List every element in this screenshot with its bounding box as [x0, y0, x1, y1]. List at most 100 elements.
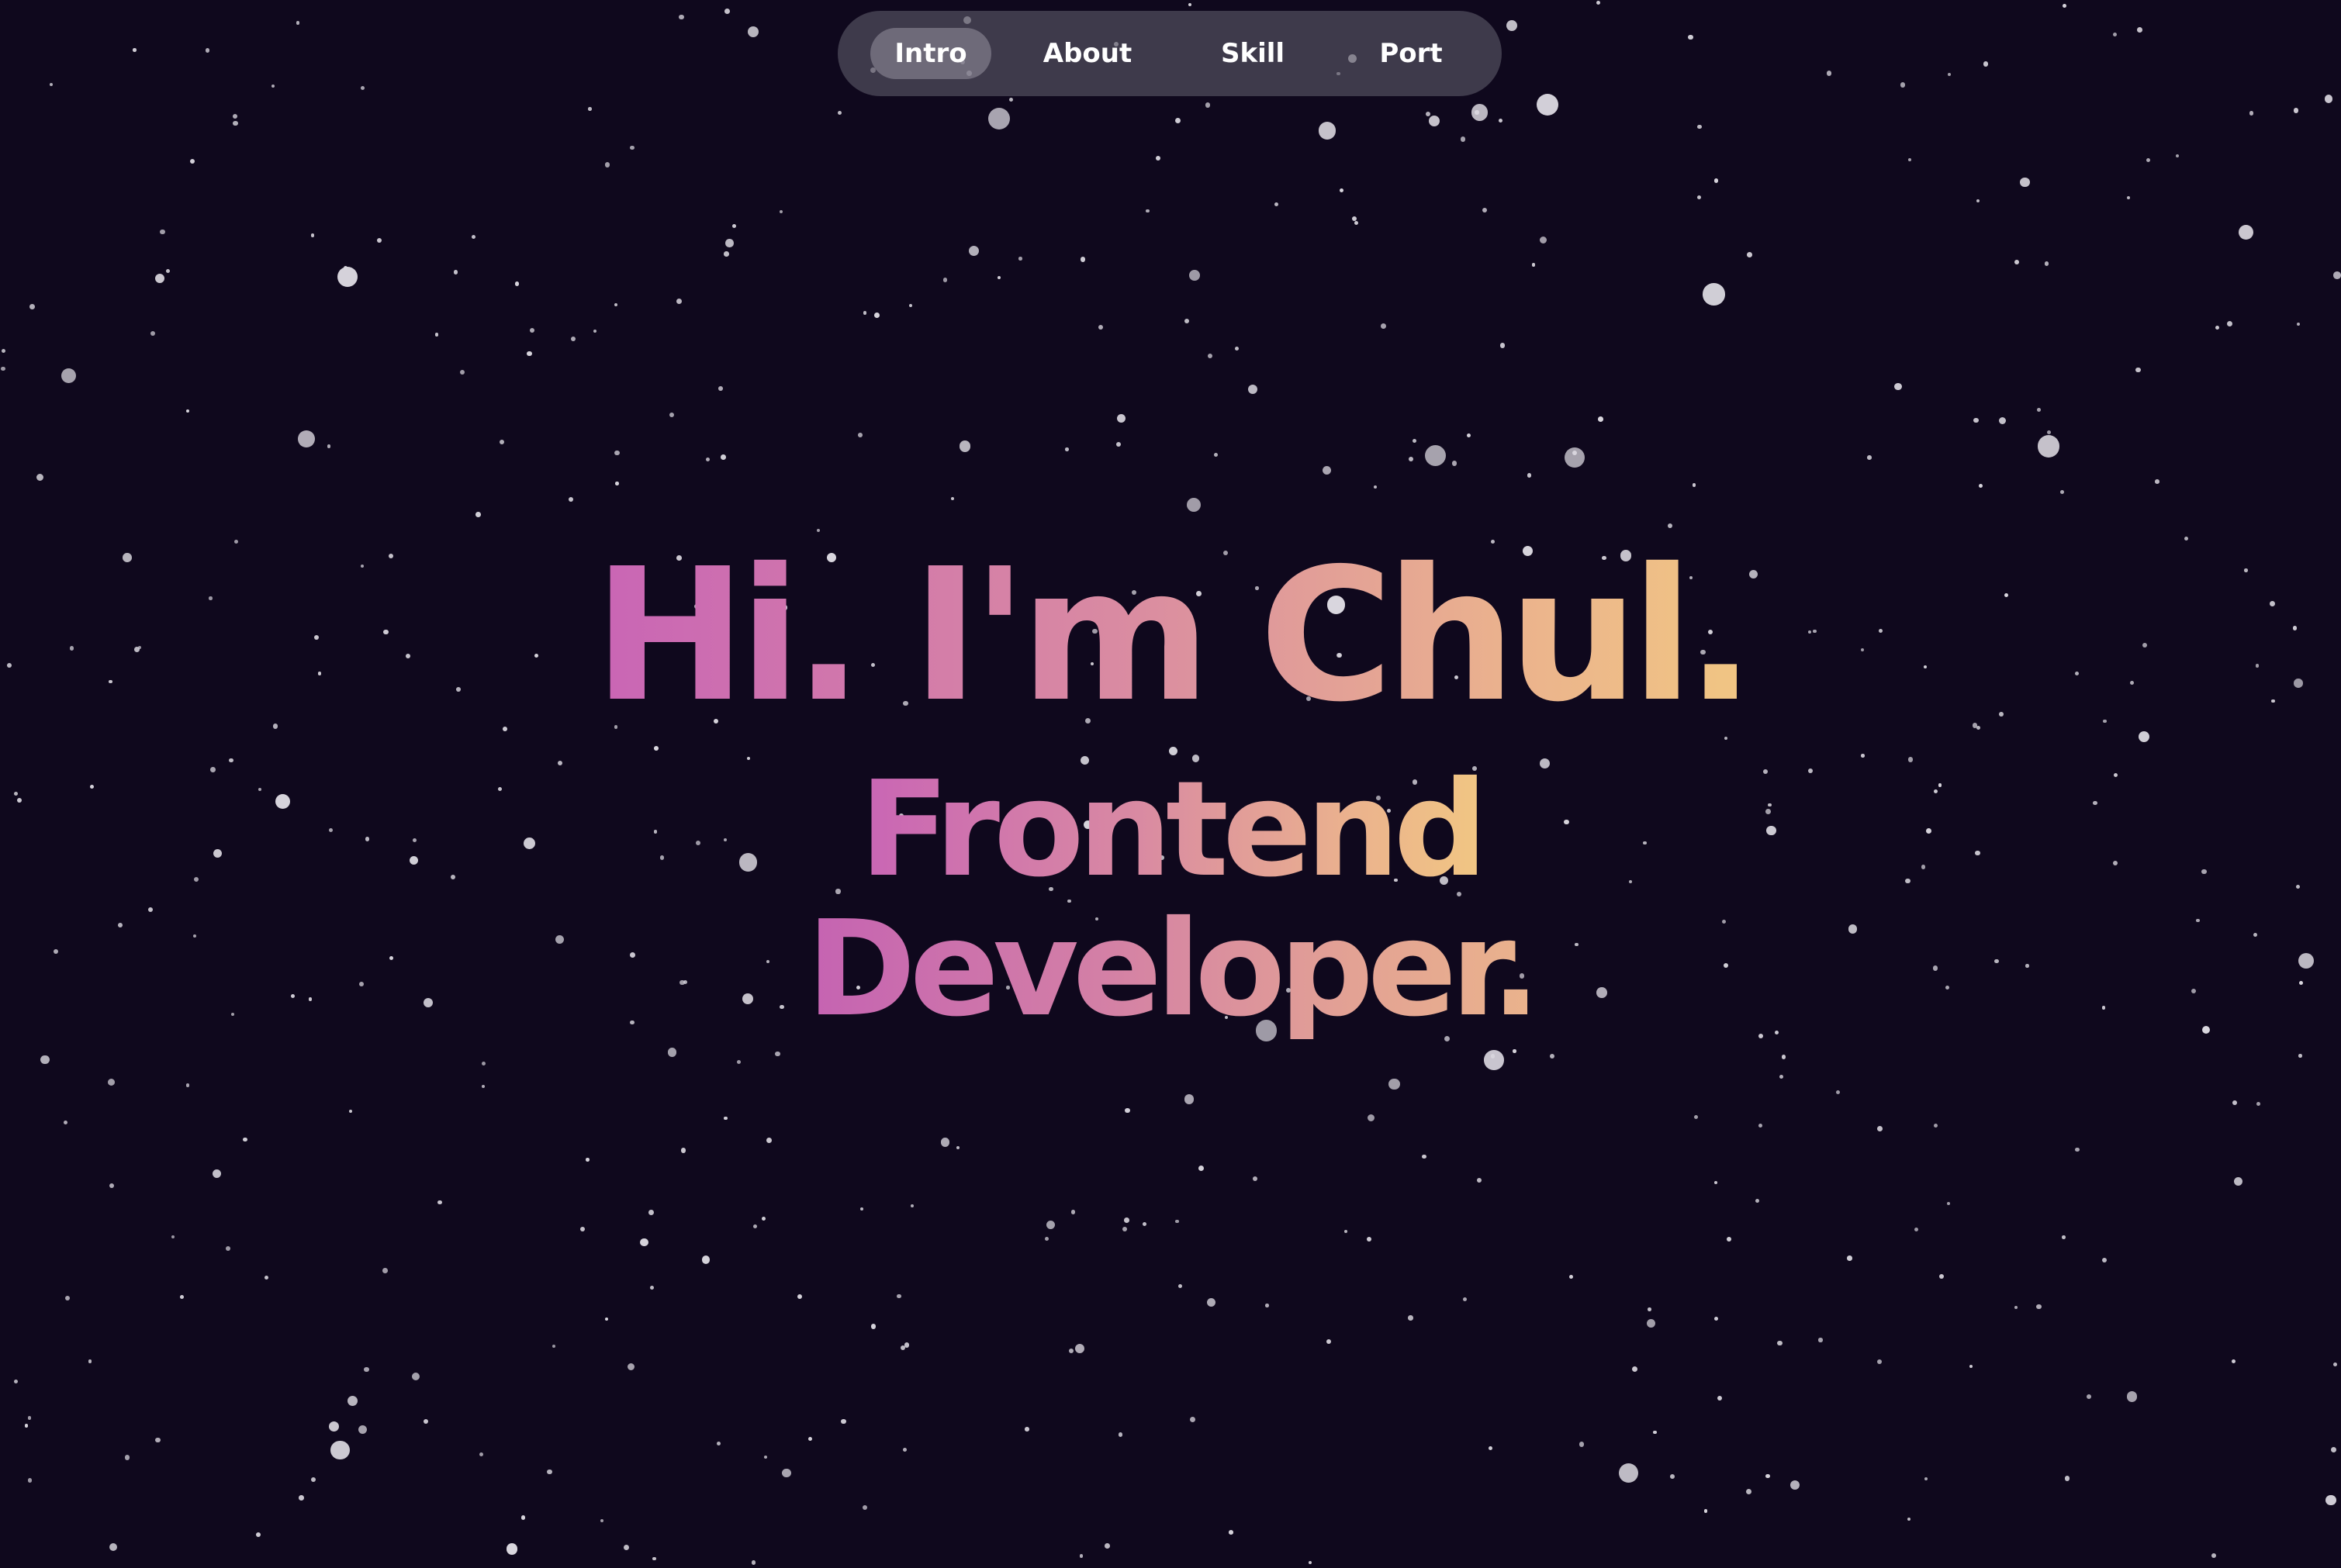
star: [520, 1515, 526, 1520]
star: [124, 1455, 130, 1460]
star: [109, 1542, 118, 1552]
star: [437, 1200, 442, 1205]
star: [1969, 1364, 1973, 1368]
star: [166, 269, 171, 274]
star: [942, 278, 948, 282]
star: [1894, 382, 1903, 391]
star: [1713, 178, 1719, 183]
star: [2064, 1476, 2070, 1481]
star: [64, 1121, 68, 1124]
nav-item-skill[interactable]: Skill: [1195, 28, 1311, 79]
star: [1597, 416, 1603, 422]
star: [296, 21, 300, 25]
nav-item-about[interactable]: About: [1021, 28, 1154, 79]
star: [1125, 1107, 1130, 1113]
star: [1475, 110, 1479, 115]
star: [1367, 1114, 1375, 1121]
star: [2298, 1054, 2302, 1058]
star: [648, 1210, 654, 1216]
star: [1713, 1180, 1718, 1185]
star: [1499, 118, 1502, 123]
star: [1790, 1480, 1800, 1490]
nav-item-intro[interactable]: Intro: [870, 28, 991, 79]
star: [1009, 97, 1013, 102]
star: [1118, 1432, 1123, 1437]
star: [1124, 1217, 1129, 1223]
star: [1343, 1229, 1348, 1233]
star: [61, 368, 76, 383]
star: [1727, 1236, 1732, 1242]
star: [2014, 259, 2019, 264]
star: [628, 1363, 635, 1371]
star: [1426, 111, 1431, 116]
star: [2126, 1391, 2138, 1402]
star: [570, 336, 576, 342]
hero-greeting-row: Hi. I'm Chul.: [0, 535, 2341, 737]
star: [185, 1083, 190, 1087]
star: [2238, 224, 2253, 240]
nav-item-port[interactable]: Port: [1353, 28, 1469, 79]
star: [226, 1246, 231, 1252]
star: [1409, 456, 1414, 461]
star: [1354, 220, 1359, 225]
star: [717, 1441, 721, 1445]
star: [724, 251, 729, 257]
star: [1826, 71, 1831, 76]
star: [1938, 1273, 1945, 1279]
star: [614, 302, 618, 306]
star: [1907, 1518, 1911, 1521]
star: [629, 145, 635, 150]
star: [1836, 1090, 1841, 1094]
star: [1471, 104, 1489, 122]
star: [604, 162, 610, 168]
star: [1451, 461, 1458, 466]
star: [1703, 283, 1725, 306]
star: [605, 1317, 609, 1321]
star: [724, 8, 730, 14]
star: [171, 1235, 175, 1239]
star: [264, 1275, 269, 1280]
star: [506, 1543, 518, 1555]
star: [1373, 485, 1377, 489]
star: [1463, 1297, 1468, 1301]
star: [133, 48, 137, 52]
star: [732, 224, 737, 229]
star: [24, 1424, 28, 1428]
star: [481, 1085, 485, 1089]
star: [701, 1255, 711, 1264]
star: [1924, 1477, 1928, 1481]
star: [857, 433, 863, 437]
star: [1117, 413, 1126, 423]
star: [1308, 1560, 1312, 1565]
star: [1569, 1275, 1574, 1280]
star: [2075, 1147, 2080, 1152]
star: [1531, 263, 1536, 267]
star: [1205, 102, 1211, 108]
star: [2211, 1553, 2217, 1559]
star: [64, 1295, 70, 1300]
star: [579, 1227, 585, 1232]
star: [639, 1238, 648, 1247]
star: [998, 275, 1001, 279]
star: [1146, 209, 1150, 213]
star: [0, 366, 5, 371]
star: [1667, 523, 1673, 528]
star: [1693, 1115, 1698, 1120]
star: [337, 267, 358, 288]
star: [1579, 1442, 1585, 1447]
star: [1188, 3, 1191, 7]
star: [27, 1478, 32, 1483]
star: [1484, 1050, 1504, 1070]
star: [364, 1367, 369, 1373]
star: [1697, 195, 1702, 199]
star: [1506, 20, 1517, 32]
star: [189, 158, 195, 164]
star: [1175, 1219, 1179, 1224]
star: [1206, 1297, 1215, 1307]
star: [718, 385, 723, 391]
star: [1188, 270, 1200, 281]
star: [233, 114, 238, 119]
star: [1070, 1210, 1076, 1215]
star: [2325, 1494, 2336, 1506]
star: [107, 1079, 115, 1086]
